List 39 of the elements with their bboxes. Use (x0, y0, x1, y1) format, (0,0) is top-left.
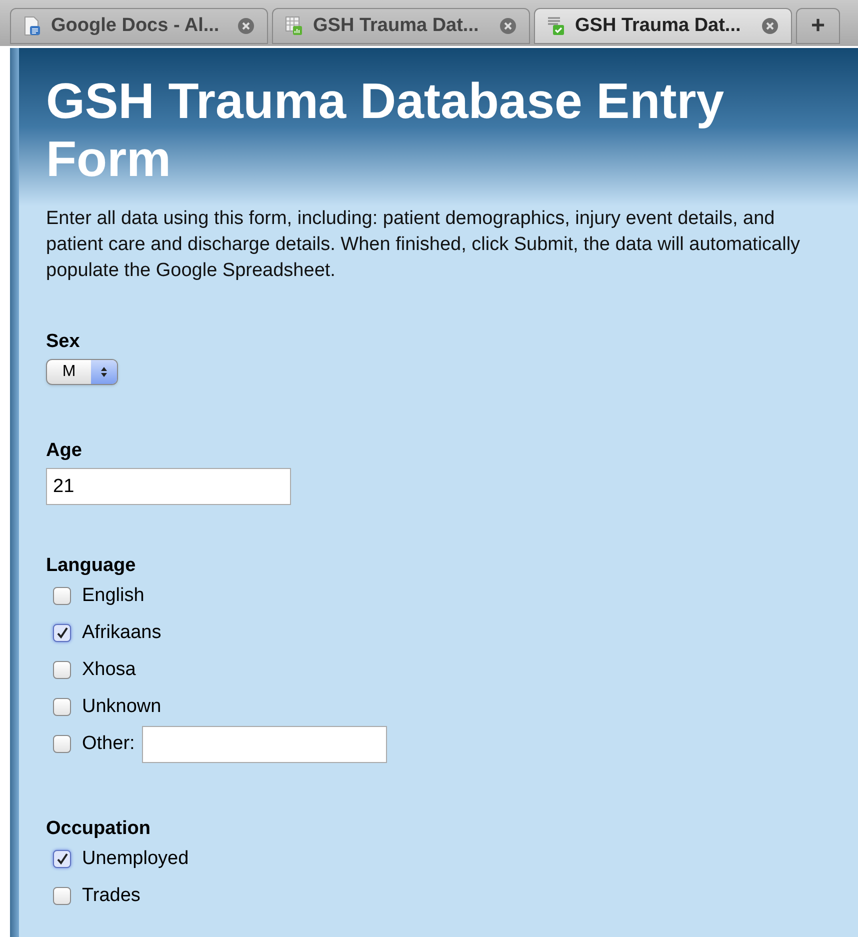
question-label: Sex (46, 330, 81, 353)
checkbox[interactable] (53, 887, 71, 905)
tab-title: GSH Trauma Dat... (575, 14, 742, 38)
tab-title: Google Docs - Al... (51, 14, 220, 38)
document-icon (23, 16, 41, 36)
checkbox[interactable] (53, 850, 71, 868)
sex-select[interactable]: M (46, 359, 118, 385)
close-icon[interactable] (237, 17, 255, 35)
age-field[interactable]: 21 (46, 468, 291, 505)
option-label: Unemployed (82, 846, 189, 871)
close-icon[interactable] (499, 17, 517, 35)
checkbox[interactable] (53, 587, 71, 605)
new-tab-button[interactable]: + (796, 8, 840, 44)
form-description: Enter all data using this form, including: patient demographics, injury event details, and patient care and discharge details. When finished, click Submit, the data will automatically populate the Google Spreadsheet. (46, 207, 802, 283)
option-label: English (82, 584, 144, 608)
question-label: Age (46, 439, 83, 462)
browser-tab[interactable]: GSH Trauma Dat... (272, 8, 530, 44)
checkmark-icon (56, 852, 68, 866)
close-icon[interactable] (761, 17, 779, 35)
checkbox[interactable] (53, 661, 71, 679)
other-field[interactable] (142, 726, 387, 762)
checkbox[interactable] (53, 698, 71, 716)
stepper-arrows-icon (100, 366, 108, 378)
spreadsheet-icon (285, 16, 303, 36)
option-label: Other: (82, 732, 135, 756)
form-title: GSH Trauma Database Entry Form (46, 72, 726, 188)
browser-tab[interactable]: GSH Trauma Dat... (534, 8, 792, 44)
form-icon (547, 16, 565, 36)
option-label: Unknown (82, 694, 162, 719)
checkmark-icon (56, 626, 68, 640)
question-label: Language (46, 554, 137, 577)
question-label: Occupation (46, 817, 152, 840)
option-label: Xhosa (82, 658, 136, 682)
option-label: Trades (82, 884, 140, 908)
tab-title: GSH Trauma Dat... (313, 14, 480, 38)
browser-tab[interactable]: Google Docs - Al... (10, 8, 268, 44)
option-label: Afrikaans (82, 620, 162, 645)
checkbox[interactable] (53, 735, 71, 753)
checkbox[interactable] (53, 624, 71, 642)
